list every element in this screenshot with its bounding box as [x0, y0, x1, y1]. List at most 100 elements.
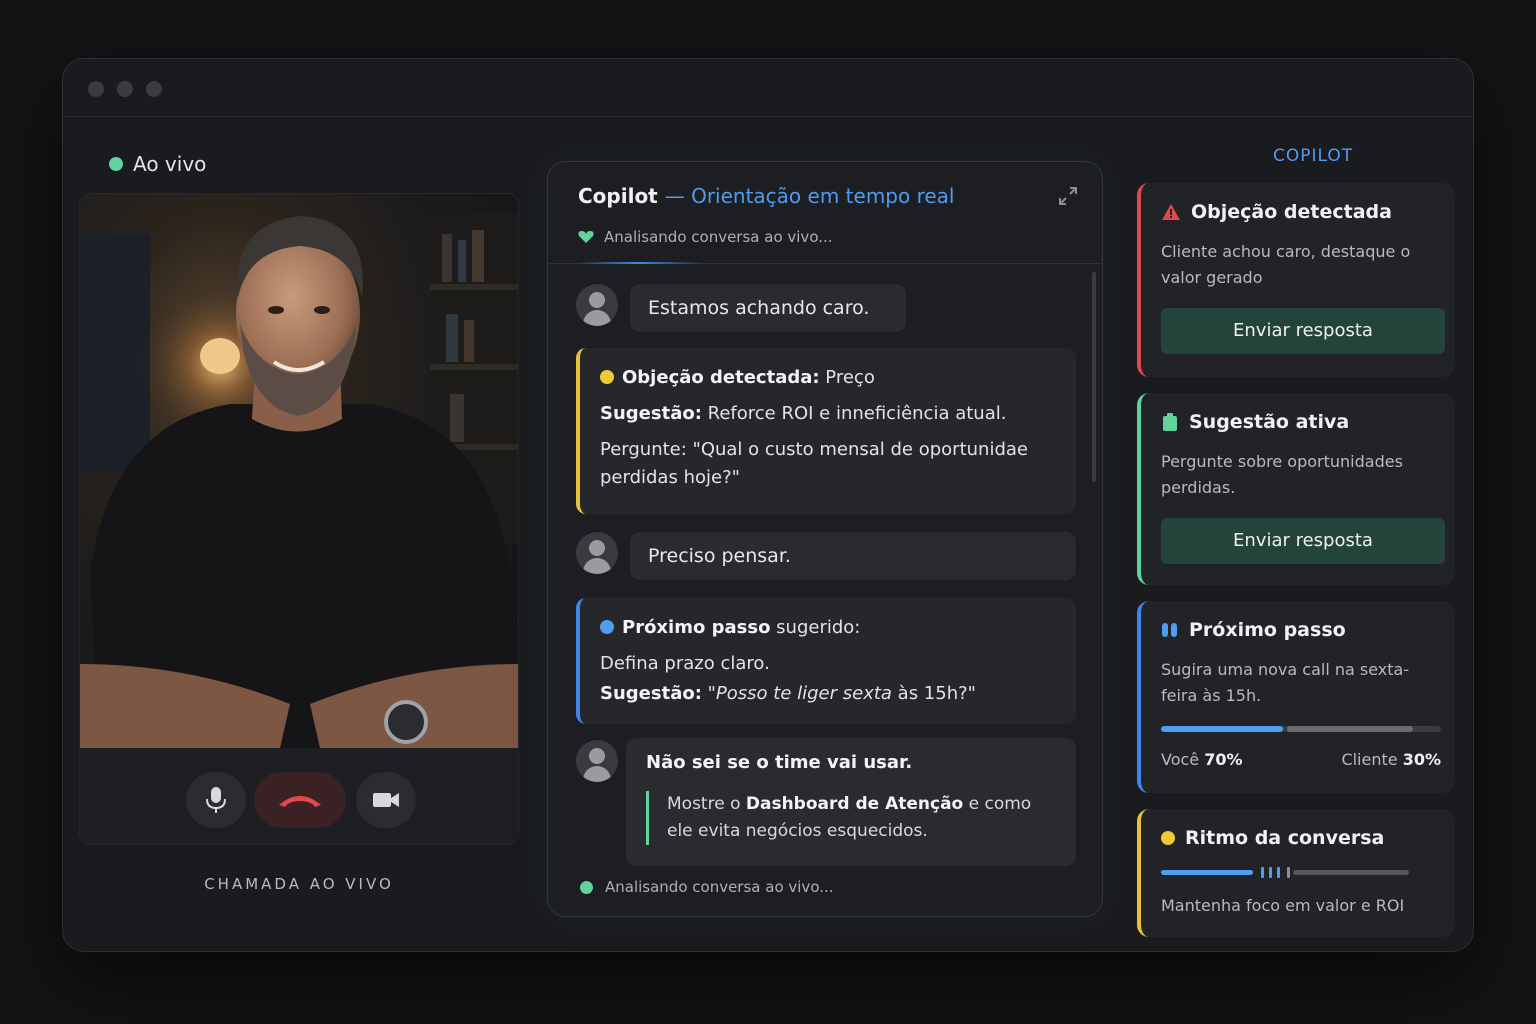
rhythm-tick: [1269, 867, 1272, 878]
camera-button[interactable]: [356, 772, 416, 828]
message-bubble-with-reply: Não sei se o time vai usar. Mostre o Das…: [626, 738, 1076, 866]
active-suggestion-card: Sugestão ativa Pergunte sobre oportunida…: [1137, 393, 1455, 585]
rhythm-tick: [1261, 867, 1264, 878]
objection-alert-title: Objeção detectada: [1191, 201, 1392, 223]
conversation-rhythm-card: Ritmo da conversa Mantenha foco em valor…: [1137, 809, 1455, 937]
objection-value: Preço: [819, 367, 875, 388]
talk-ratio-labels: Você 70% Cliente 30%: [1161, 750, 1441, 769]
suggestion-text: Reforce ROI e inneficiência atual.: [701, 402, 1007, 424]
talk-ratio-client: Cliente 30%: [1341, 750, 1441, 769]
copilot-subtitle: — Orientação em tempo real: [664, 184, 955, 208]
expand-button[interactable]: [1058, 186, 1078, 210]
next-step-summary-card: Próximo passo Sugira uma nova call na se…: [1137, 601, 1455, 793]
call-controls: [80, 748, 518, 844]
active-suggestion-header: Sugestão ativa: [1161, 411, 1435, 433]
transcript-message: Estamos achando caro.: [576, 284, 906, 332]
rhythm-body: Mantenha foco em valor e ROI: [1161, 896, 1405, 915]
next-step-suggestion-tail: às 15h?": [891, 682, 976, 704]
end-call-button[interactable]: [254, 772, 346, 828]
avatar: [576, 532, 618, 574]
next-step-card: Próximo passo sugerido: Defina prazo cla…: [576, 598, 1076, 724]
yellow-dot-icon: [600, 370, 614, 384]
footer-status-text: Analisando conversa ao vivo...: [605, 878, 834, 896]
transcript-message: Preciso pensar.: [576, 532, 1076, 580]
suggestion-label: Sugestão:: [600, 402, 702, 424]
message-text: Não sei se o time vai usar.: [646, 752, 913, 773]
client-value: 30%: [1402, 749, 1441, 769]
next-step-title: Próximo passo: [622, 617, 771, 638]
copilot-footer-status: Analisando conversa ao vivo...: [580, 878, 834, 896]
live-indicator: Ao vivo: [109, 152, 206, 176]
video-card: [79, 193, 519, 845]
copilot-title: Copilot — Orientação em tempo real: [578, 184, 954, 208]
analysis-progress-line: [574, 262, 704, 264]
video-camera-icon: [373, 793, 399, 807]
copilot-status: Analisando conversa ao vivo...: [578, 228, 833, 246]
clipboard-icon: [1163, 413, 1177, 431]
rhythm-title: Ritmo da conversa: [1185, 827, 1385, 849]
copilot-status-text: Analisando conversa ao vivo...: [604, 228, 833, 246]
app-window: Ao vivo CHAMADA AO VIVO Copilot — Orient…: [62, 58, 1474, 952]
send-reply-button[interactable]: Enviar resposta: [1161, 517, 1445, 564]
copilot-header: Copilot — Orientação em tempo real Anali…: [548, 162, 1102, 264]
copilot-name: Copilot: [578, 184, 658, 208]
status-dot: [580, 880, 593, 894]
blue-dot-icon: [600, 620, 614, 634]
talk-ratio-you: Você 70%: [1161, 750, 1243, 769]
objection-card: Objeção detectada: Preço Sugestão: Refor…: [576, 348, 1076, 514]
participant-video: [80, 194, 518, 748]
next-step-suggestion-text: "Posso te liger sexta: [707, 682, 892, 704]
ask-label: Pergunte:: [600, 438, 687, 460]
suggested-reply: Mostre o Dashboard de Atenção e como ele…: [646, 791, 1056, 846]
you-label: Você: [1161, 749, 1200, 769]
next-step-line: Defina prazo claro.: [600, 652, 770, 674]
footsteps-icon: [1162, 623, 1177, 637]
objection-alert-header: Objeção detectada: [1161, 201, 1435, 223]
reply-highlight: Dashboard de Atenção: [745, 794, 964, 814]
yellow-dot-icon: [1161, 831, 1175, 845]
window-maximize-dot[interactable]: [146, 81, 162, 97]
transcript-message: [576, 740, 618, 782]
shield-heart-icon: [578, 231, 594, 243]
window-minimize-dot[interactable]: [117, 81, 133, 97]
talk-ratio-you-fill: [1161, 725, 1283, 732]
rhythm-tick: [1287, 867, 1290, 878]
live-status-dot: [109, 157, 123, 171]
next-step-title-rest: sugerido:: [770, 617, 861, 638]
next-step-suggestion-label: Sugestão:: [600, 682, 702, 704]
call-caption: CHAMADA AO VIVO: [204, 875, 394, 893]
active-suggestion-title: Sugestão ativa: [1189, 411, 1350, 433]
title-bar: [63, 59, 1473, 117]
hang-up-icon: [279, 796, 321, 807]
talk-ratio-client-fill: [1287, 725, 1413, 732]
live-label: Ao vivo: [133, 152, 207, 176]
next-step-summary-header: Próximo passo: [1161, 619, 1435, 641]
avatar: [576, 740, 618, 782]
objection-alert-body: Cliente achou caro, destaque o valor ger…: [1161, 242, 1411, 288]
message-bubble: Preciso pensar.: [630, 532, 1076, 580]
rhythm-tick: [1277, 867, 1280, 878]
active-suggestion-body: Pergunte sobre oportunidades perdidas.: [1161, 452, 1403, 498]
rhythm-segment-active: [1161, 870, 1253, 875]
rhythm-header: Ritmo da conversa: [1161, 827, 1435, 849]
microphone-icon: [206, 787, 226, 813]
you-value: 70%: [1204, 749, 1243, 769]
participant-image: [80, 214, 518, 748]
message-bubble: Estamos achando caro.: [630, 284, 906, 332]
objection-title: Objeção detectada:: [622, 367, 820, 388]
transcript-scrollbar[interactable]: [1092, 272, 1096, 482]
next-step-summary-body: Sugira uma nova call na sexta-feira às 1…: [1161, 660, 1410, 706]
avatar: [576, 284, 618, 326]
next-step-summary-title: Próximo passo: [1189, 619, 1346, 641]
sidebar-title: COPILOT: [1273, 146, 1354, 166]
rhythm-meter: [1161, 867, 1441, 879]
expand-icon: [1059, 187, 1077, 205]
reply-pre: Mostre o: [667, 794, 746, 814]
window-close-dot[interactable]: [88, 81, 104, 97]
client-label: Cliente: [1341, 749, 1398, 769]
send-reply-button[interactable]: Enviar resposta: [1161, 307, 1445, 354]
objection-alert-card: Objeção detectada Cliente achou caro, de…: [1137, 183, 1455, 377]
mute-button[interactable]: [186, 772, 246, 828]
rhythm-segment-inactive: [1293, 870, 1409, 875]
copilot-transcript-panel: Copilot — Orientação em tempo real Anali…: [547, 161, 1103, 917]
